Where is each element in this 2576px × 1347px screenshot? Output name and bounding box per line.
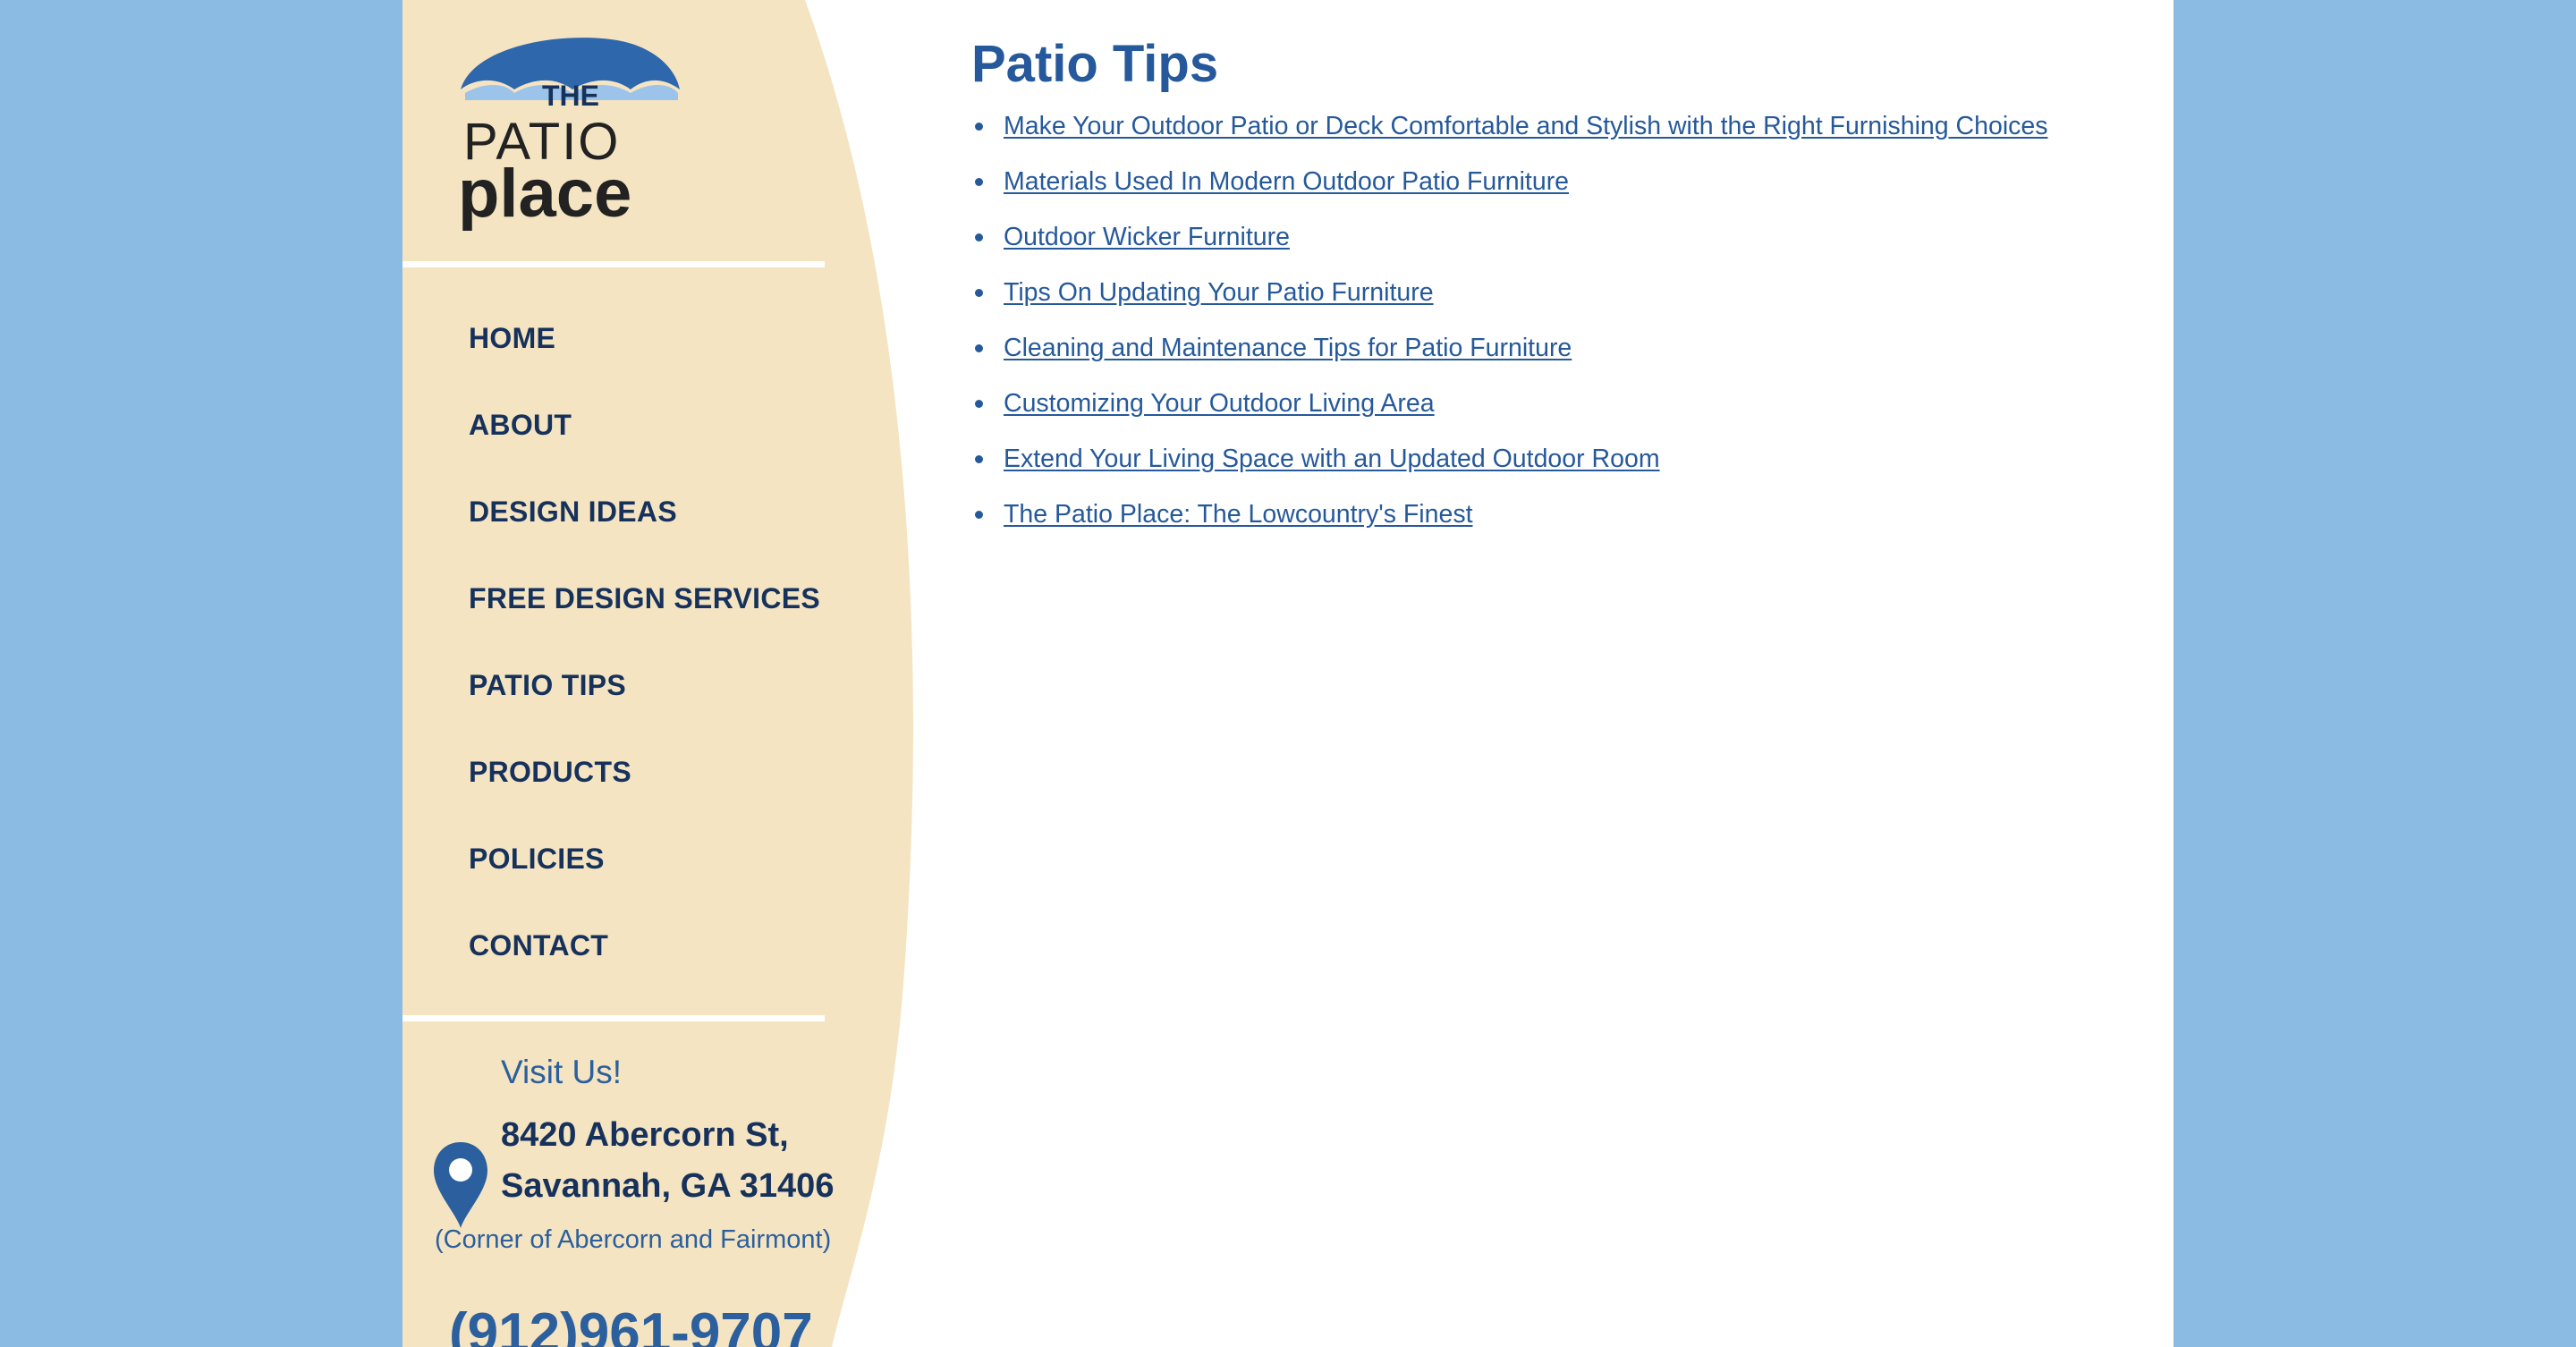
logo-line1: THE bbox=[542, 80, 599, 112]
nav-item-about[interactable]: ABOUT bbox=[469, 382, 820, 469]
patio-tips-list: Make Your Outdoor Patio or Deck Comforta… bbox=[971, 104, 2048, 547]
page-container: THE PATIO place HOME ABOUT DESIGN IDEAS … bbox=[402, 0, 2174, 1347]
address-line-1: 8420 Abercorn St, bbox=[501, 1116, 789, 1154]
nav-item-products[interactable]: PRODUCTS bbox=[469, 729, 820, 816]
bullet bbox=[975, 344, 983, 352]
bullet bbox=[975, 123, 983, 131]
bullet bbox=[975, 511, 983, 519]
bullet bbox=[975, 400, 983, 408]
tip-link[interactable]: Customizing Your Outdoor Living Area bbox=[1004, 389, 1435, 418]
nav-item-home[interactable]: HOME bbox=[469, 295, 820, 382]
list-item: Make Your Outdoor Patio or Deck Comforta… bbox=[971, 104, 2048, 159]
list-item: Outdoor Wicker Furniture bbox=[971, 215, 2048, 270]
nav-item-policies[interactable]: POLICIES bbox=[469, 816, 820, 902]
nav-item-contact[interactable]: CONTACT bbox=[469, 902, 820, 989]
logo-line3: place bbox=[458, 156, 631, 232]
list-item: The Patio Place: The Lowcountry's Finest bbox=[971, 492, 2048, 547]
site-logo[interactable]: THE PATIO place bbox=[456, 27, 689, 233]
bullet bbox=[975, 178, 983, 186]
tip-link[interactable]: Make Your Outdoor Patio or Deck Comforta… bbox=[1004, 112, 2048, 140]
list-item: Tips On Updating Your Patio Furniture bbox=[971, 270, 2048, 326]
tip-link[interactable]: Outdoor Wicker Furniture bbox=[1004, 223, 1290, 251]
tip-link[interactable]: The Patio Place: The Lowcountry's Finest bbox=[1004, 500, 1473, 529]
tip-link[interactable]: Tips On Updating Your Patio Furniture bbox=[1004, 278, 1434, 307]
bullet bbox=[975, 233, 983, 241]
tip-link[interactable]: Cleaning and Maintenance Tips for Patio … bbox=[1004, 334, 1572, 362]
list-item: Cleaning and Maintenance Tips for Patio … bbox=[971, 326, 2048, 381]
bullet bbox=[975, 289, 983, 297]
list-item: Materials Used In Modern Outdoor Patio F… bbox=[971, 159, 2048, 215]
address-note: (Corner of Abercorn and Fairmont) bbox=[435, 1225, 832, 1254]
list-item: Customizing Your Outdoor Living Area bbox=[971, 381, 2048, 436]
sidebar-divider-top bbox=[402, 261, 825, 267]
page-title: Patio Tips bbox=[971, 35, 1219, 93]
nav-item-free-design-services[interactable]: FREE DESIGN SERVICES bbox=[469, 555, 820, 642]
sidebar-divider-bottom bbox=[402, 1015, 825, 1021]
phone-number[interactable]: (912)961-9707 bbox=[449, 1301, 813, 1347]
nav-item-design-ideas[interactable]: DESIGN IDEAS bbox=[469, 469, 820, 555]
main-navigation: HOME ABOUT DESIGN IDEAS FREE DESIGN SERV… bbox=[469, 295, 820, 989]
map-pin-icon bbox=[434, 1142, 487, 1228]
visit-us-heading: Visit Us! bbox=[501, 1054, 623, 1090]
bullet bbox=[975, 455, 983, 463]
address-line-2: Savannah, GA 31406 bbox=[501, 1167, 835, 1205]
list-item: Extend Your Living Space with an Updated… bbox=[971, 436, 2048, 492]
tip-link[interactable]: Materials Used In Modern Outdoor Patio F… bbox=[1004, 167, 1569, 196]
nav-item-patio-tips[interactable]: PATIO TIPS bbox=[469, 642, 820, 729]
tip-link[interactable]: Extend Your Living Space with an Updated… bbox=[1004, 445, 1660, 473]
